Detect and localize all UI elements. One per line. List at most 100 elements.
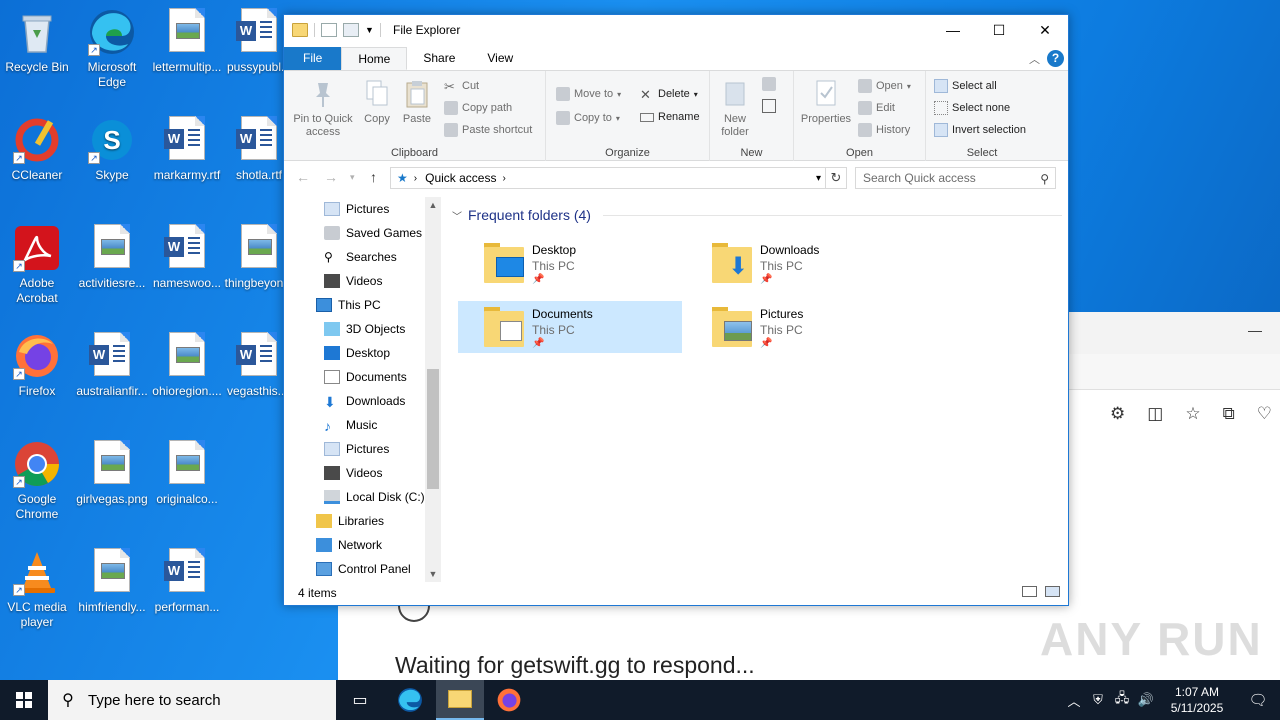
collapse-ribbon-icon[interactable]: ︿ <box>1029 51 1040 67</box>
properties-button[interactable]: Properties <box>796 79 856 126</box>
nav-item-desktop[interactable]: Desktop <box>324 341 390 365</box>
new-folder-quick-icon[interactable] <box>343 23 359 37</box>
nav-item-searches[interactable]: ⚲ Searches <box>324 245 397 269</box>
nav-item-libraries[interactable]: Libraries <box>316 509 384 533</box>
paste-shortcut-button[interactable]: Paste shortcut <box>444 123 532 137</box>
show-hidden-icons-chevron-icon[interactable]: ︿ <box>1062 691 1086 710</box>
recent-locations-icon[interactable]: ▾ <box>350 172 355 183</box>
folder-tile-pictures[interactable]: Pictures This PC 📌 <box>686 301 910 353</box>
invert-selection-button[interactable]: Invert selection <box>934 123 1026 137</box>
nav-item-local-disk[interactable]: Local Disk (C:) <box>324 485 425 509</box>
nav-item-documents[interactable]: Documents <box>324 365 407 389</box>
address-dropdown-icon[interactable]: ▾ <box>816 173 821 184</box>
back-button[interactable]: ← <box>296 169 310 185</box>
breadcrumb-quick-access[interactable]: Quick access <box>425 171 496 185</box>
select-all-button[interactable]: Select all <box>934 79 997 93</box>
history-button[interactable]: History <box>858 123 910 137</box>
network-icon[interactable]: 🖧 <box>1110 689 1134 711</box>
desktop-icon-microsoft-edge[interactable]: ↗ Microsoft Edge <box>75 8 149 90</box>
collections-icon[interactable]: ⧉ <box>1223 404 1235 424</box>
nav-item-network[interactable]: Network <box>316 533 382 557</box>
desktop-icon-originalco[interactable]: originalco... <box>150 440 224 507</box>
desktop-icon-australianfir[interactable]: W australianfir... <box>75 332 149 399</box>
breadcrumb-chevron-icon[interactable]: › <box>502 173 505 184</box>
desktop-icon-markarmy[interactable]: W markarmy.rtf <box>150 116 224 183</box>
move-to-button[interactable]: Move to ▾ <box>556 87 621 101</box>
tab-share[interactable]: Share <box>407 47 471 70</box>
volume-icon[interactable]: 🔊 <box>1134 692 1158 708</box>
desktop-icon-google-chrome[interactable]: ↗ Google Chrome <box>0 440 74 522</box>
folder-tile-desktop[interactable]: Desktop This PC 📌 <box>458 237 682 289</box>
taskbar-search-box[interactable]: ⚲ Type here to search <box>48 680 336 720</box>
task-view-button[interactable]: ▭ <box>336 680 384 720</box>
maximize-button[interactable]: ☐ <box>976 15 1022 45</box>
desktop-icon-himfriendly[interactable]: himfriendly... <box>75 548 149 615</box>
copy-button[interactable]: Copy <box>360 79 394 126</box>
paste-button[interactable]: Paste <box>400 79 434 126</box>
taskbar-firefox-button[interactable] <box>485 680 533 720</box>
taskbar-file-explorer-button[interactable] <box>436 680 484 720</box>
frequent-folders-header[interactable]: ﹀ Frequent folders (4) <box>452 207 1062 223</box>
select-none-button[interactable]: Select none <box>934 101 1010 115</box>
desktop-icon-skype[interactable]: S ↗ Skype <box>75 116 149 183</box>
notifications-icon[interactable]: 🗨 <box>1236 691 1280 709</box>
new-item-icon[interactable] <box>762 77 776 91</box>
scroll-down-arrow-icon[interactable]: ▼ <box>425 569 441 579</box>
desktop-icon-girlvegas[interactable]: girlvegas.png <box>75 440 149 507</box>
nav-item-saved-games[interactable]: Saved Games <box>324 221 422 245</box>
navigation-scrollbar[interactable]: ▲ ▼ <box>425 197 441 582</box>
scrollbar-thumb[interactable] <box>427 369 439 489</box>
new-folder-button[interactable]: New folder <box>714 79 756 139</box>
desktop-icon-vlc[interactable]: ↗ VLC media player <box>0 548 74 630</box>
refresh-button[interactable]: ↻ <box>825 167 847 189</box>
open-button[interactable]: Open ▾ <box>858 79 911 93</box>
nav-item-control-panel[interactable]: Control Panel <box>316 557 411 580</box>
extensions-icon[interactable]: ⚙ <box>1110 404 1125 424</box>
start-button[interactable] <box>0 680 48 720</box>
help-icon[interactable]: ? <box>1047 50 1064 67</box>
nav-item-pictures-pc[interactable]: Pictures <box>324 437 389 461</box>
security-icon[interactable]: ⛨ <box>1086 692 1110 708</box>
up-button[interactable]: ↑ <box>370 169 377 185</box>
search-input[interactable]: Search Quick access ⚲ <box>855 167 1056 189</box>
desktop-icon-adobe-acrobat[interactable]: ↗ Adobe Acrobat <box>0 224 74 306</box>
clock[interactable]: 1:07 AM 5/11/2025 <box>1158 684 1236 716</box>
cut-button[interactable]: ✂ Cut <box>444 79 479 94</box>
close-button[interactable]: ✕ <box>1022 15 1068 45</box>
forward-button[interactable]: → <box>324 169 338 185</box>
delete-button[interactable]: ✕ Delete ▾ <box>640 87 698 102</box>
desktop-icon-performan[interactable]: W performan... <box>150 548 224 615</box>
address-bar[interactable]: ★ › Quick access › ▾ <box>390 167 826 189</box>
split-screen-icon[interactable]: ◫ <box>1147 404 1163 424</box>
taskbar-edge-button[interactable] <box>386 680 434 720</box>
scroll-up-arrow-icon[interactable]: ▲ <box>425 200 441 210</box>
desktop-icon-lettermultip[interactable]: lettermultip... <box>150 8 224 75</box>
nav-item-downloads[interactable]: ⬇ Downloads <box>324 389 405 413</box>
pin-to-quick-access-button[interactable]: Pin to Quick access <box>288 79 358 139</box>
rename-button[interactable]: Rename <box>640 111 700 123</box>
nav-item-this-pc[interactable]: This PC <box>316 293 381 317</box>
minimize-button[interactable]: — <box>930 15 976 45</box>
tab-file[interactable]: File <box>284 47 342 70</box>
properties-quick-icon[interactable] <box>321 23 337 37</box>
favorites-icon[interactable]: ☆ <box>1185 404 1200 424</box>
tab-view[interactable]: View <box>471 47 529 70</box>
edit-button[interactable]: Edit <box>858 101 895 115</box>
copy-to-button[interactable]: Copy to ▾ <box>556 111 620 125</box>
desktop-icon-nameswoo[interactable]: W nameswoo... <box>150 224 224 291</box>
easy-access-icon[interactable] <box>762 99 776 113</box>
desktop-icon-ccleaner[interactable]: ↗ CCleaner <box>0 116 74 183</box>
desktop-icon-activitiesre[interactable]: activitiesre... <box>75 224 149 291</box>
quick-access-toolbar-dropdown-icon[interactable]: ▼ <box>365 25 374 35</box>
folder-tile-downloads[interactable]: ⬇ Downloads This PC 📌 <box>686 237 910 289</box>
nav-item-videos[interactable]: Videos <box>324 269 382 293</box>
browser-essentials-icon[interactable]: ♡ <box>1257 404 1272 424</box>
browser-minimize-button[interactable]: — <box>1248 322 1262 338</box>
copy-path-button[interactable]: Copy path <box>444 101 512 115</box>
nav-item-music[interactable]: ♪ Music <box>324 413 377 437</box>
nav-item-videos-pc[interactable]: Videos <box>324 461 382 485</box>
desktop-icon-recycle-bin[interactable]: Recycle Bin <box>0 8 74 75</box>
large-icons-view-icon[interactable] <box>1045 586 1060 597</box>
nav-item-pictures[interactable]: Pictures <box>324 197 389 221</box>
folder-tile-documents[interactable]: Documents This PC 📌 <box>458 301 682 353</box>
